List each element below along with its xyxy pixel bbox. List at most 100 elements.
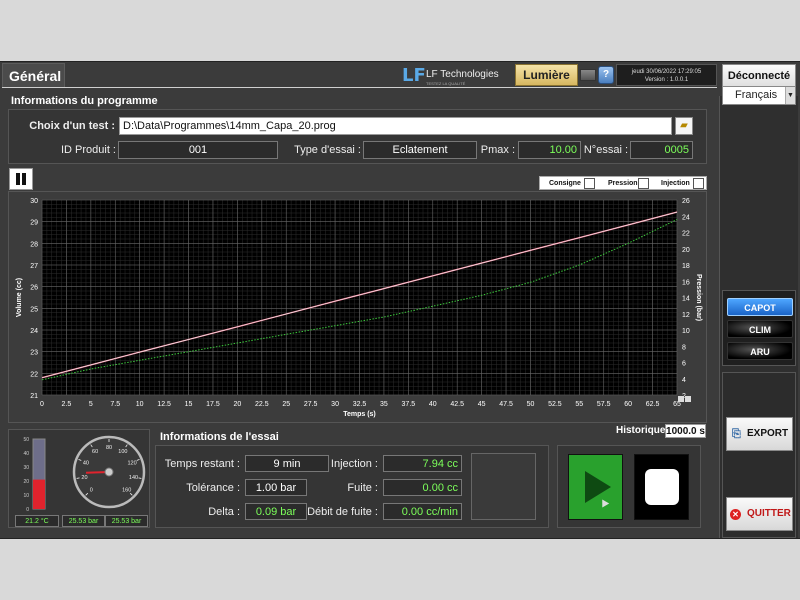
legend-injection: Injection — [661, 180, 690, 187]
temperature-value: 21.2 °C — [15, 515, 59, 527]
legend-consigne: Consigne — [549, 180, 581, 187]
x-tick-label: 65 — [673, 401, 681, 408]
y2-tick-label: 6 — [682, 361, 686, 368]
x-tick-label: 40 — [429, 401, 437, 408]
injection-field: 7.94 cc — [383, 455, 462, 472]
stop-button[interactable] — [634, 454, 689, 520]
thermo-fill — [33, 479, 45, 509]
y2-tick-label: 4 — [682, 377, 686, 384]
tolerance-field: 1.00 bar — [245, 479, 307, 496]
x-tick-label: 57.5 — [597, 401, 611, 408]
y-tick-label: 22 — [30, 371, 38, 378]
y-tick-label: 23 — [30, 350, 38, 357]
chart-panel: 0 2.5 5 7.5 10 12.5 15 17.5 20 22.5 25 27.5 30 32.5 35… — [8, 191, 707, 423]
type-essai-field[interactable]: Eclatement — [363, 141, 477, 159]
x-tick-label: 27.5 — [304, 401, 318, 408]
aru-indicator[interactable]: ARU — [727, 342, 793, 360]
date-text: jeudi 30/06/2022 17:29:05 — [631, 69, 702, 75]
dial-tick-label: 0 — [90, 488, 93, 494]
play-button[interactable] — [568, 454, 623, 520]
x-tick-label: 2.5 — [62, 401, 72, 408]
x-tick-label: 0 — [40, 401, 44, 408]
thermo-tick-label: 40 — [23, 451, 29, 457]
x-axis-label: Temps (s) — [343, 411, 376, 418]
tab-general[interactable]: Général — [2, 63, 65, 87]
type-essai-label: Type d'essai : — [294, 144, 361, 156]
y-tick-label: 25 — [30, 306, 38, 313]
test-path-field[interactable]: D:\Data\Programmes\14mm_Capa_20.prog — [119, 117, 672, 135]
historique-label: Historique — [616, 425, 666, 436]
x-tick-label: 60 — [624, 401, 632, 408]
x-tick-label: 52.5 — [548, 401, 562, 408]
pause-button[interactable] — [9, 168, 33, 190]
pressure-value-1: 25.53 bar — [62, 515, 105, 527]
language-select[interactable]: Français ▼ — [722, 86, 796, 105]
y2-tick-label: 14 — [682, 296, 690, 303]
temps-label: Temps restant : — [164, 458, 240, 470]
company-logo: LF LF Technologies TESTEZ LA QUALITÉ — [402, 65, 512, 87]
y2-axis-label: Pression (bar) — [695, 274, 702, 321]
deconnect-button[interactable]: Déconnecté — [722, 64, 796, 88]
logo-name: LF Technologies — [426, 69, 499, 80]
x-tick-label: 5 — [89, 401, 93, 408]
x-tick-label: 7.5 — [110, 401, 120, 408]
historique-field[interactable]: 1000.0 s — [665, 424, 706, 438]
programme-title: Informations du programme — [11, 95, 158, 107]
y2-tick-label: 22 — [682, 231, 690, 238]
help-icon[interactable]: ? — [598, 66, 614, 84]
export-label: EXPORT — [747, 428, 789, 439]
dial-tick-label: 40 — [83, 460, 89, 466]
thermo-tick-label: 0 — [26, 507, 29, 513]
y2-tick-label: 8 — [682, 344, 686, 351]
zoom-tool-icon — [678, 396, 684, 402]
quitter-button[interactable]: ✕ QUITTER — [726, 497, 793, 531]
id-produit-label: ID Produit : — [60, 144, 116, 156]
close-icon: ✕ — [730, 509, 741, 520]
capot-indicator[interactable]: CAPOT — [727, 298, 793, 316]
y-tick-label: 29 — [30, 220, 38, 227]
folder-icon[interactable]: ▰ — [675, 117, 693, 135]
pmax-field[interactable]: 10.00 — [518, 141, 581, 159]
id-produit-field[interactable]: 001 — [118, 141, 278, 159]
dial-tick-label: 60 — [92, 449, 98, 455]
clim-indicator[interactable]: CLIM — [727, 320, 793, 338]
language-value: Français — [735, 89, 778, 101]
lumiere-button[interactable]: Lumière — [515, 64, 578, 86]
chevron-down-icon[interactable]: ▼ — [785, 87, 795, 104]
x-tick-label: 62.5 — [646, 401, 660, 408]
nessai-field[interactable]: 0005 — [630, 141, 693, 159]
y-tick-label: 26 — [30, 285, 38, 292]
export-button[interactable]: ⎘ EXPORT — [726, 417, 793, 451]
dial-tick-label: 140 — [129, 475, 138, 481]
consigne-icon — [584, 178, 595, 189]
dial-tick-label: 160 — [122, 488, 131, 494]
x-tick-label: 17.5 — [206, 401, 220, 408]
y2-tick-label: 10 — [682, 328, 690, 335]
pression-icon — [638, 178, 649, 189]
dial-tick-label: 120 — [128, 460, 137, 466]
pressure-value-2: 25.53 bar — [105, 515, 148, 527]
delta-field: 0.09 bar — [245, 503, 307, 520]
y-tick-label: 21 — [30, 393, 38, 400]
y2-tick-label: 26 — [682, 198, 690, 205]
y2-tick-label: 12 — [682, 312, 690, 319]
x-tick-label: 35 — [380, 401, 388, 408]
fuite-field: 0.00 cc — [383, 479, 462, 496]
y-tick-label: 24 — [30, 328, 38, 335]
thermo-tick-label: 30 — [23, 465, 29, 471]
version-text: Version : 1.0.0.1 — [644, 77, 689, 83]
y2-tick-label: 18 — [682, 263, 690, 270]
pmax-label: Pmax : — [480, 144, 515, 156]
dial-hub — [104, 467, 114, 477]
chart-legend: Consigne Pression Injection — [539, 176, 707, 190]
x-tick-label: 12.5 — [157, 401, 171, 408]
x-tick-label: 45 — [478, 401, 486, 408]
y-tick-label: 30 — [30, 198, 38, 205]
dial-tick-label: 100 — [118, 449, 127, 455]
delta-label: Delta : — [208, 506, 240, 518]
injection-label: Injection : — [330, 458, 378, 470]
injection-icon — [693, 178, 704, 189]
date-version-display: jeudi 30/06/2022 17:29:05 Version : 1.0.… — [616, 64, 717, 86]
line-chart[interactable]: 0 2.5 5 7.5 10 12.5 15 17.5 20 22.5 25 27.5 30 32.5 35… — [9, 192, 708, 424]
lumiere-slider[interactable] — [580, 69, 596, 81]
